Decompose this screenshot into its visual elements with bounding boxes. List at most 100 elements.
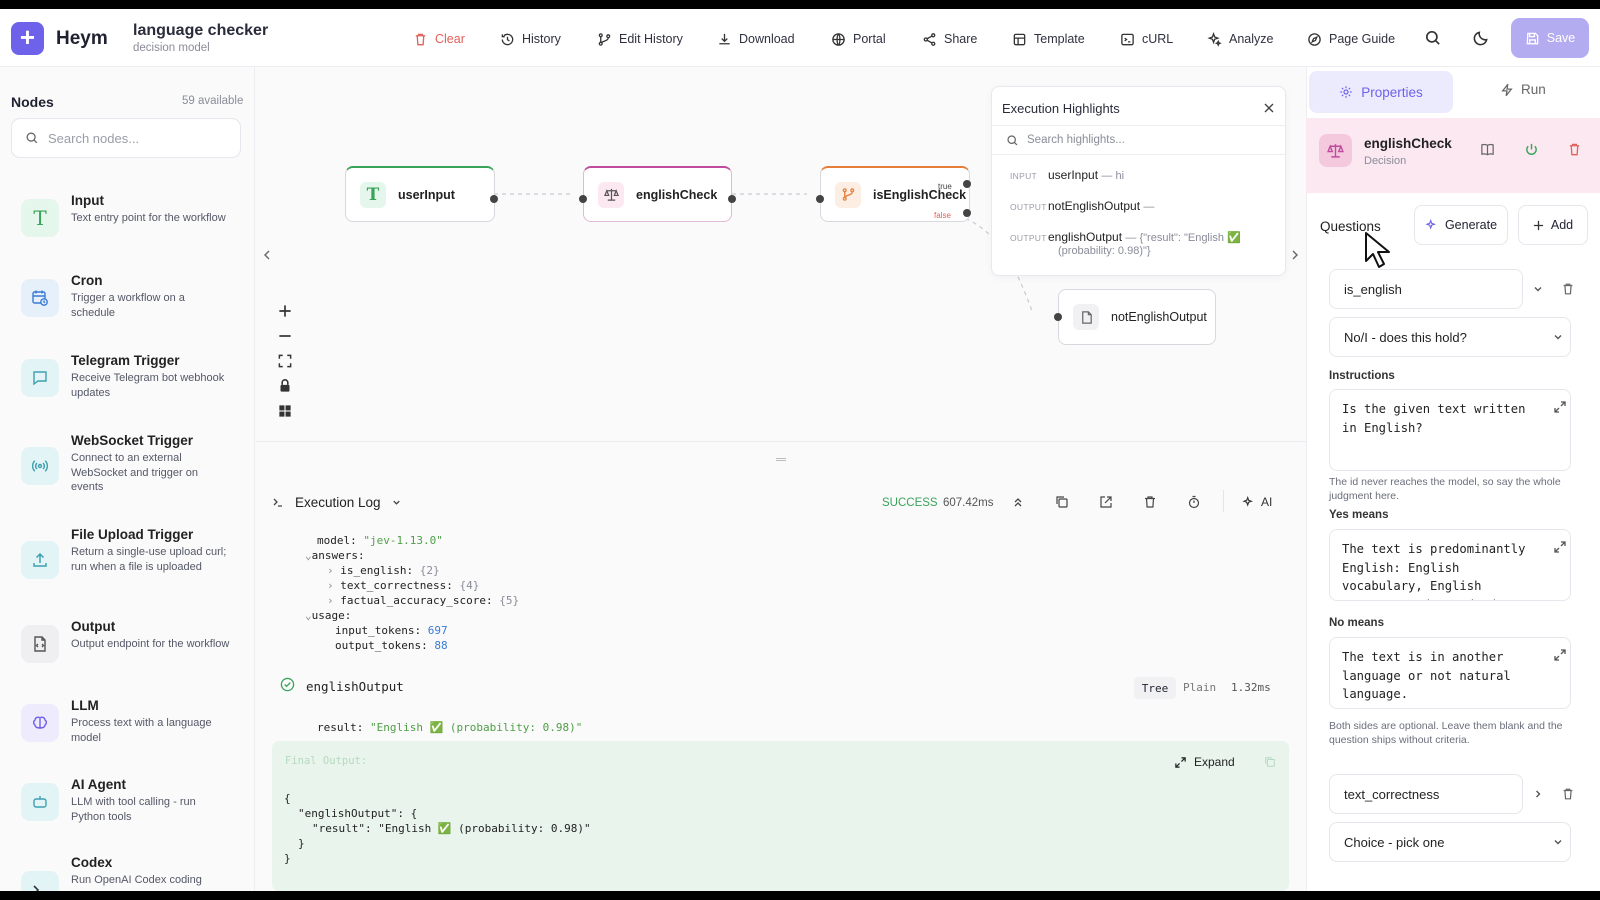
tree-node[interactable]: › text_correctness: {4} xyxy=(327,579,479,592)
ai-button[interactable]: AI xyxy=(1242,495,1272,509)
tree-count: {4} xyxy=(459,579,480,592)
expand-button[interactable]: Expand xyxy=(1174,755,1235,769)
no-means-textarea[interactable]: The text is in another language or not n… xyxy=(1329,637,1571,709)
upload-icon xyxy=(21,541,59,579)
portal-button[interactable]: Portal xyxy=(831,29,886,49)
question-id-input[interactable]: is_english xyxy=(1329,269,1523,309)
workflow-title[interactable]: language checker xyxy=(133,22,268,40)
tree-node[interactable]: › factual_accuracy_score: {5} xyxy=(327,594,519,607)
collapse-right-icon[interactable] xyxy=(1290,249,1300,261)
collapse-left-icon[interactable] xyxy=(262,249,272,261)
expand-icon[interactable] xyxy=(1553,648,1567,662)
panel-divider[interactable] xyxy=(256,441,1306,442)
node-search[interactable] xyxy=(11,118,241,158)
zoom-in-icon[interactable] xyxy=(276,302,294,320)
json-line: { xyxy=(284,792,291,805)
selected-node-header: englishCheck Decision xyxy=(1306,118,1600,193)
graph-node-englishcheck[interactable]: englishCheck xyxy=(583,166,732,222)
node-desc: Connect to an external WebSocket and tri… xyxy=(71,452,198,493)
view-tree-tab[interactable]: Tree xyxy=(1134,677,1176,699)
tree-key: output_tokens: xyxy=(335,639,428,652)
log-entry-name[interactable]: englishOutput xyxy=(306,679,404,694)
instructions-textarea[interactable]: Is the given text written in English? xyxy=(1329,389,1571,471)
input-port[interactable] xyxy=(1054,313,1062,321)
chevron-down-icon[interactable] xyxy=(1532,283,1544,295)
app-logo[interactable]: + xyxy=(11,22,44,55)
highlight-row[interactable]: INPUT userInput — hi xyxy=(1010,168,1124,182)
clear-label: Clear xyxy=(435,32,465,46)
chevron-right-icon[interactable] xyxy=(1532,788,1544,800)
trash-icon[interactable] xyxy=(1567,142,1582,157)
grid-icon[interactable] xyxy=(276,402,294,420)
timer-icon[interactable] xyxy=(1187,495,1201,509)
collapse-all-icon[interactable] xyxy=(1012,496,1024,508)
question-type-select[interactable]: Choice - pick one xyxy=(1329,822,1571,862)
zoom-out-icon[interactable] xyxy=(276,327,294,345)
output-port[interactable] xyxy=(490,195,498,203)
node-search-input[interactable] xyxy=(48,130,228,146)
yes-means-textarea[interactable]: The text is predominantly English: Engli… xyxy=(1329,529,1571,601)
history-button[interactable]: History xyxy=(500,29,561,49)
highlight-row[interactable]: OUTPUTnotEnglishOutput — xyxy=(1010,199,1154,213)
curl-button[interactable]: cURL xyxy=(1120,29,1173,49)
download-button[interactable]: Download xyxy=(717,29,795,49)
terminal-icon xyxy=(273,498,282,507)
close-icon[interactable] xyxy=(1263,102,1275,114)
question-type-select[interactable]: No/I - does this hold? xyxy=(1329,317,1571,357)
highlights-search[interactable] xyxy=(992,125,1285,155)
input-port[interactable] xyxy=(579,195,587,203)
tab-run[interactable]: Run xyxy=(1500,82,1546,97)
power-icon[interactable] xyxy=(1524,142,1539,157)
highlights-search-input[interactable] xyxy=(1027,134,1257,146)
expand-icon[interactable] xyxy=(1553,400,1567,414)
copy-icon[interactable] xyxy=(1264,756,1276,768)
text-icon: T xyxy=(360,181,386,208)
page-guide-button[interactable]: Page Guide xyxy=(1307,29,1395,49)
book-icon[interactable] xyxy=(1480,142,1495,157)
question-id-input[interactable]: text_correctness xyxy=(1329,774,1523,814)
selected-node-name[interactable]: englishCheck xyxy=(1364,136,1452,151)
add-label: Add xyxy=(1550,218,1574,232)
execution-log-title[interactable]: Execution Log xyxy=(295,495,381,510)
highlight-row[interactable]: OUTPUTenglishOutput — {"result": "Englis… xyxy=(1010,230,1241,244)
tree-value: 88 xyxy=(434,639,448,652)
external-link-icon[interactable] xyxy=(1099,495,1113,509)
highlights-title: Execution Highlights xyxy=(1002,101,1120,116)
tab-properties[interactable]: Properties xyxy=(1309,71,1453,113)
copy-icon[interactable] xyxy=(1055,495,1069,509)
view-plain-tab[interactable]: Plain xyxy=(1183,681,1216,694)
tree-node-answers[interactable]: ⌄answers: xyxy=(305,549,365,562)
plus-icon xyxy=(1533,220,1543,230)
analyze-button[interactable]: Analyze xyxy=(1207,29,1273,49)
add-question-button[interactable]: Add xyxy=(1518,205,1588,245)
output-port[interactable] xyxy=(728,195,736,203)
save-button[interactable]: Save xyxy=(1511,18,1589,58)
graph-node-userinput[interactable]: T userInput xyxy=(345,166,495,222)
share-button[interactable]: Share xyxy=(922,29,977,49)
history-icon xyxy=(501,33,514,45)
fit-view-icon[interactable] xyxy=(276,352,294,370)
false-port[interactable] xyxy=(963,209,971,217)
trash-icon[interactable] xyxy=(1561,282,1575,296)
trash-icon[interactable] xyxy=(1143,495,1157,509)
resize-handle[interactable] xyxy=(776,458,786,461)
highlight-node: userInput xyxy=(1048,168,1099,182)
download-icon xyxy=(719,33,730,44)
search-icon[interactable] xyxy=(1424,29,1442,47)
clear-button[interactable]: Clear xyxy=(413,29,465,49)
tree-node[interactable]: › is_english: {2} xyxy=(327,564,440,577)
lock-icon[interactable] xyxy=(276,377,294,395)
edit-history-button[interactable]: Edit History xyxy=(597,29,683,49)
moon-icon[interactable] xyxy=(1472,29,1490,47)
nodes-count: 59 available xyxy=(182,95,244,107)
tree-node-usage[interactable]: ⌄usage: xyxy=(305,609,351,622)
true-port[interactable] xyxy=(963,180,971,188)
graph-node-notenglishoutput[interactable]: notEnglishOutput xyxy=(1058,289,1216,345)
trash-icon[interactable] xyxy=(1561,787,1575,801)
node-title: AI Agent xyxy=(71,777,126,792)
input-port[interactable] xyxy=(816,195,824,203)
generate-button[interactable]: Generate xyxy=(1414,205,1508,245)
template-button[interactable]: Template xyxy=(1012,29,1085,49)
expand-icon[interactable] xyxy=(1553,540,1567,554)
chevron-down-icon[interactable] xyxy=(391,497,402,508)
